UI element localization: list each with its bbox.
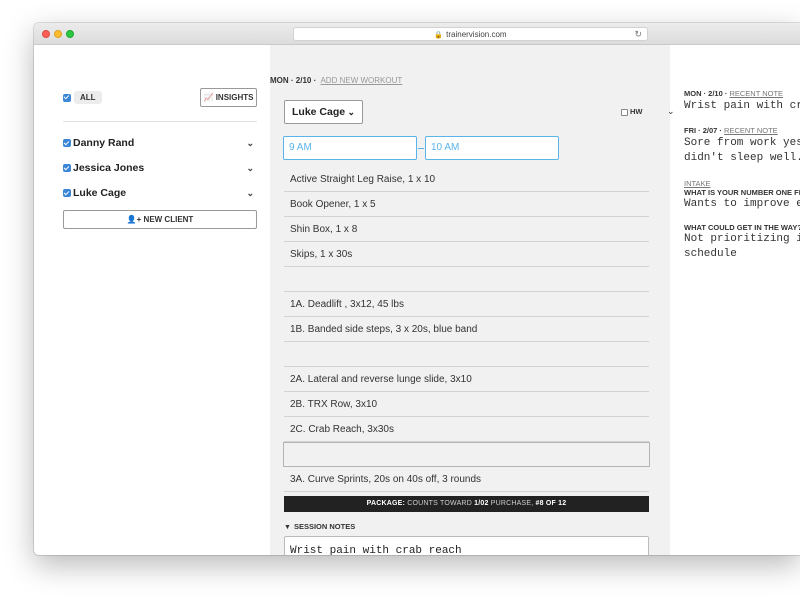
divider xyxy=(63,121,257,122)
browser-window: 🔒 trainervision.com ↻ ALL 📈 INSIGHTS Dann… xyxy=(34,23,800,555)
hw-label: HW xyxy=(630,107,643,116)
client-sidebar: ALL 📈 INSIGHTS Danny Rand ⌄ Jessica Jone… xyxy=(34,45,270,555)
caret-down-icon: ▼ xyxy=(284,524,291,531)
lock-icon: 🔒 xyxy=(434,32,444,39)
chart-icon: 📈 xyxy=(203,93,214,102)
exercise-row-empty[interactable] xyxy=(284,267,649,292)
note-date: FRI · 2/07 · xyxy=(684,126,722,135)
recent-note-link[interactable]: RECENT NOTE xyxy=(724,126,778,135)
intake-question: WHAT COULD GET IN THE WAY? xyxy=(684,223,800,232)
package-label: PACKAGE: xyxy=(366,500,406,507)
client-select[interactable]: Luke Cage ⌄ xyxy=(284,100,363,124)
exercise-row[interactable]: Active Straight Leg Raise, 1 x 10 xyxy=(284,167,649,192)
add-new-workout-link[interactable]: ADD NEW WORKOUT xyxy=(320,76,402,85)
workout-date-header: MON · 2/10 · ADD NEW WORKOUT xyxy=(270,76,402,85)
chevron-down-icon[interactable]: ⌄ xyxy=(246,185,254,201)
time-range-dash xyxy=(418,148,424,149)
session-notes-toggle[interactable]: ▼ SESSION NOTES xyxy=(284,522,355,531)
chevron-down-icon[interactable]: ⌄ xyxy=(246,135,254,151)
session-notes-textarea[interactable]: Wrist pain with crab reach xyxy=(284,536,649,555)
all-checkbox[interactable] xyxy=(63,93,71,102)
hw-toggle[interactable]: HW xyxy=(621,107,643,116)
exercise-row[interactable]: Skips, 1 x 30s xyxy=(284,242,649,267)
session-notes-label: SESSION NOTES xyxy=(293,522,356,531)
sidebar-client-luke-cage[interactable]: Luke Cage ⌄ xyxy=(63,185,257,201)
hw-checkbox[interactable] xyxy=(621,108,628,116)
recent-note-header: MON · 2/10 · RECENT NOTE xyxy=(684,89,783,98)
exercise-row[interactable]: Book Opener, 1 x 5 xyxy=(284,192,649,217)
recent-note-text: Sore from work yest xyxy=(684,137,800,149)
exercise-row[interactable]: 1A. Deadlift , 3x12, 45 lbs xyxy=(284,292,649,317)
chevron-down-icon[interactable]: ⌄ xyxy=(667,106,675,117)
start-time-input[interactable]: 9 AM xyxy=(283,136,417,160)
client-notes-panel: MON · 2/10 · RECENT NOTE Wrist pain with… xyxy=(684,45,800,555)
new-client-button[interactable]: 👤+ NEW CLIENT xyxy=(63,210,257,229)
recent-note-text: didn't sleep well. xyxy=(684,152,800,164)
recent-note-header: FRI · 2/07 · RECENT NOTE xyxy=(684,126,778,135)
url-text: trainervision.com xyxy=(446,30,507,39)
insights-button[interactable]: 📈 INSIGHTS xyxy=(200,88,257,107)
note-date: MON · 2/10 · xyxy=(684,89,728,98)
package-purchase-date: 1/02 xyxy=(474,500,489,507)
client-checkbox[interactable] xyxy=(63,189,71,198)
close-window-button[interactable] xyxy=(42,30,50,38)
exercise-list: Active Straight Leg Raise, 1 x 10 Book O… xyxy=(283,167,650,492)
chevron-down-icon[interactable]: ⌄ xyxy=(246,160,254,176)
new-client-label: NEW CLIENT xyxy=(143,215,194,224)
exercise-row[interactable]: 1B. Banded side steps, 3 x 20s, blue ban… xyxy=(284,317,649,342)
exercise-row[interactable]: 2A. Lateral and reverse lunge slide, 3x1… xyxy=(284,367,649,392)
package-purchase-text: PURCHASE, xyxy=(490,500,534,507)
intake-answer: Wants to improve en xyxy=(684,198,800,210)
sidebar-client-danny-rand[interactable]: Danny Rand ⌄ xyxy=(63,135,257,151)
end-time-input[interactable]: 10 AM xyxy=(425,136,559,160)
client-checkbox[interactable] xyxy=(63,164,71,173)
package-session-number: #8 OF 12 xyxy=(535,500,567,507)
recent-note-text: Wrist pain with cra xyxy=(684,100,800,112)
minimize-window-button[interactable] xyxy=(54,30,62,38)
intake-question: WHAT IS YOUR NUMBER ONE FI xyxy=(684,188,800,197)
all-clients-toggle[interactable]: ALL xyxy=(63,91,102,104)
reload-icon[interactable]: ↻ xyxy=(634,28,642,41)
chevron-down-icon: ⌄ xyxy=(347,107,355,117)
client-name: Jessica Jones xyxy=(73,162,145,174)
package-status-bar: PACKAGE: COUNTS TOWARD 1/02 PURCHASE, #8… xyxy=(284,496,649,512)
address-bar[interactable]: 🔒 trainervision.com ↻ xyxy=(293,27,648,41)
exercise-row[interactable]: 2B. TRX Row, 3x10 xyxy=(284,392,649,417)
intake-answer: Not prioritizing it xyxy=(684,233,800,245)
exercise-row[interactable]: 3A. Curve Sprints, 20s on 40s off, 3 rou… xyxy=(284,467,649,492)
insights-label: INSIGHTS xyxy=(215,93,254,102)
exercise-row[interactable]: Shin Box, 1 x 8 xyxy=(284,217,649,242)
package-counts-text: COUNTS TOWARD xyxy=(407,500,472,507)
sidebar-client-jessica-jones[interactable]: Jessica Jones ⌄ xyxy=(63,160,257,176)
client-checkbox[interactable] xyxy=(63,139,71,148)
intake-link[interactable]: INTAKE xyxy=(684,179,711,188)
workout-date: MON · 2/10 · xyxy=(270,76,317,85)
client-select-value: Luke Cage xyxy=(292,106,346,118)
recent-note-link[interactable]: RECENT NOTE xyxy=(729,89,783,98)
exercise-row[interactable]: 2C. Crab Reach, 3x30s xyxy=(284,417,649,442)
zoom-window-button[interactable] xyxy=(66,30,74,38)
exercise-row-empty[interactable] xyxy=(284,342,649,367)
all-label: ALL xyxy=(74,91,102,104)
browser-titlebar: 🔒 trainervision.com ↻ xyxy=(34,23,800,45)
add-user-icon: 👤+ xyxy=(126,215,142,224)
client-name: Luke Cage xyxy=(73,187,127,199)
exercise-row-empty-focused[interactable] xyxy=(283,442,650,467)
client-name: Danny Rand xyxy=(73,137,135,149)
workout-panel: MON · 2/10 · ADD NEW WORKOUT Luke Cage ⌄… xyxy=(270,45,675,555)
intake-answer: schedule xyxy=(684,248,737,260)
